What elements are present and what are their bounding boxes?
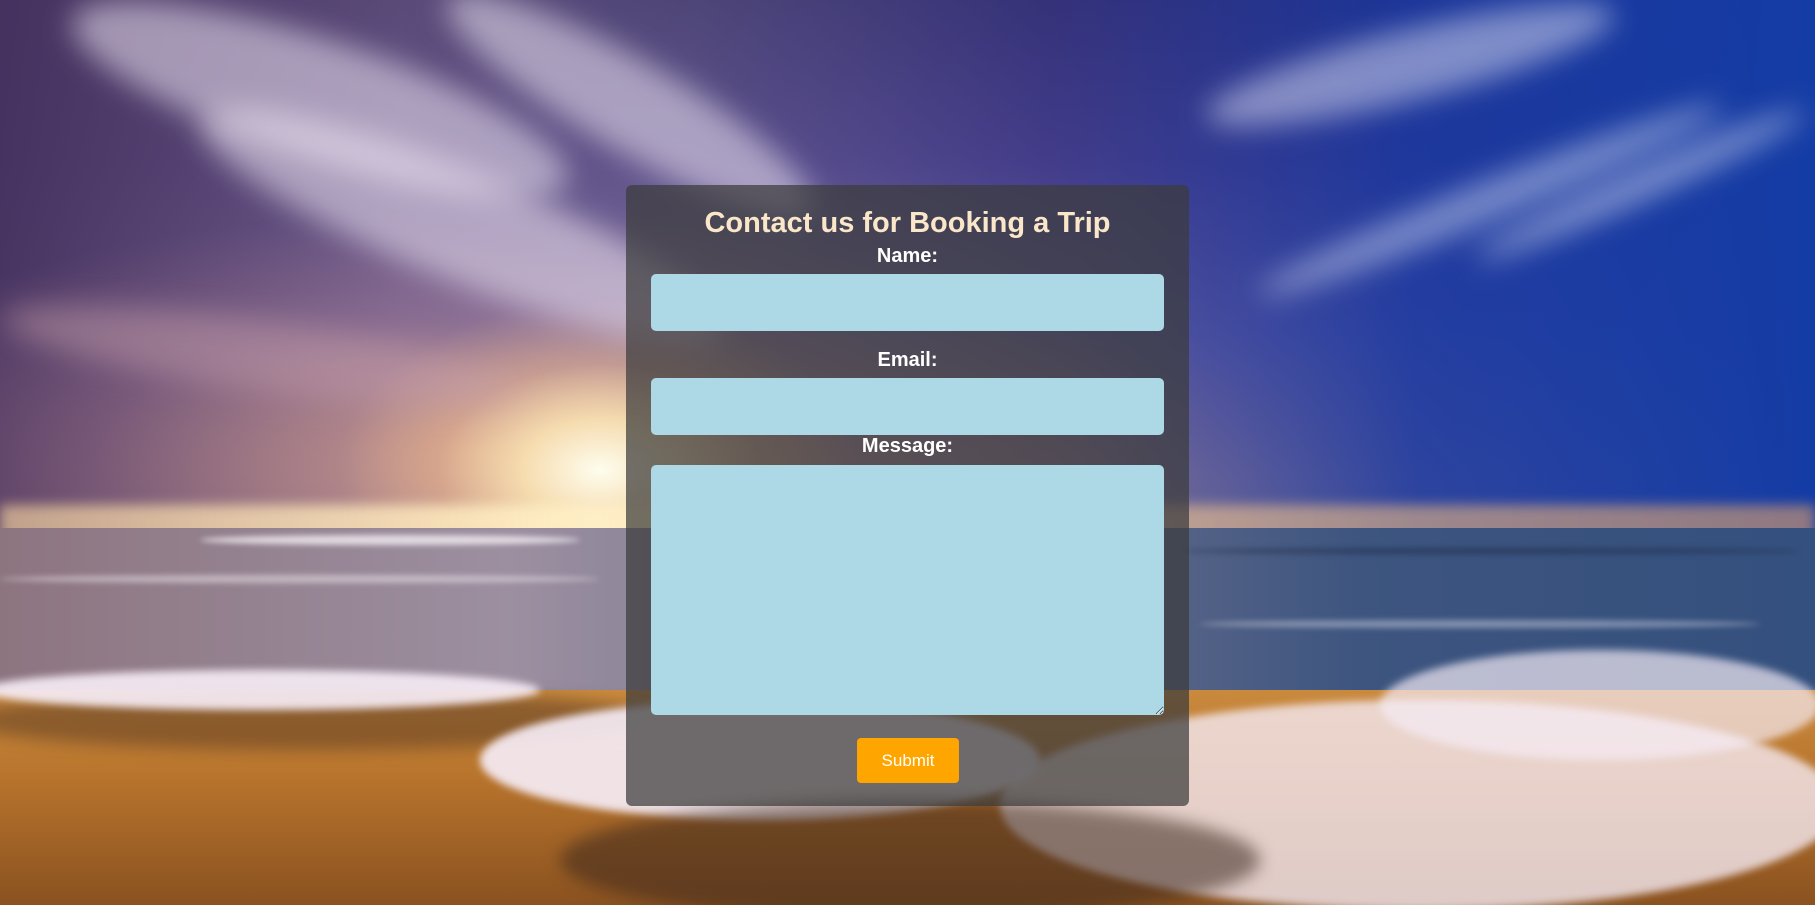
name-label: Name: <box>876 245 939 267</box>
form-title: Contact us for Booking a Trip <box>704 207 1111 239</box>
wave <box>1200 620 1760 628</box>
wave <box>200 535 580 545</box>
booking-contact-form: Contact us for Booking a Trip Name: Emai… <box>626 185 1189 806</box>
wave <box>1180 548 1800 554</box>
sea-foam <box>1380 650 1815 760</box>
wave <box>0 575 600 583</box>
message-textarea[interactable] <box>651 465 1164 715</box>
submit-button[interactable]: Submit <box>857 738 959 783</box>
email-input[interactable] <box>651 378 1164 435</box>
background-beach-photo: Contact us for Booking a Trip Name: Emai… <box>0 0 1815 905</box>
message-label: Message: <box>861 435 954 457</box>
sea-foam <box>0 670 540 710</box>
email-label: Email: <box>877 349 938 371</box>
name-input[interactable] <box>651 274 1164 331</box>
